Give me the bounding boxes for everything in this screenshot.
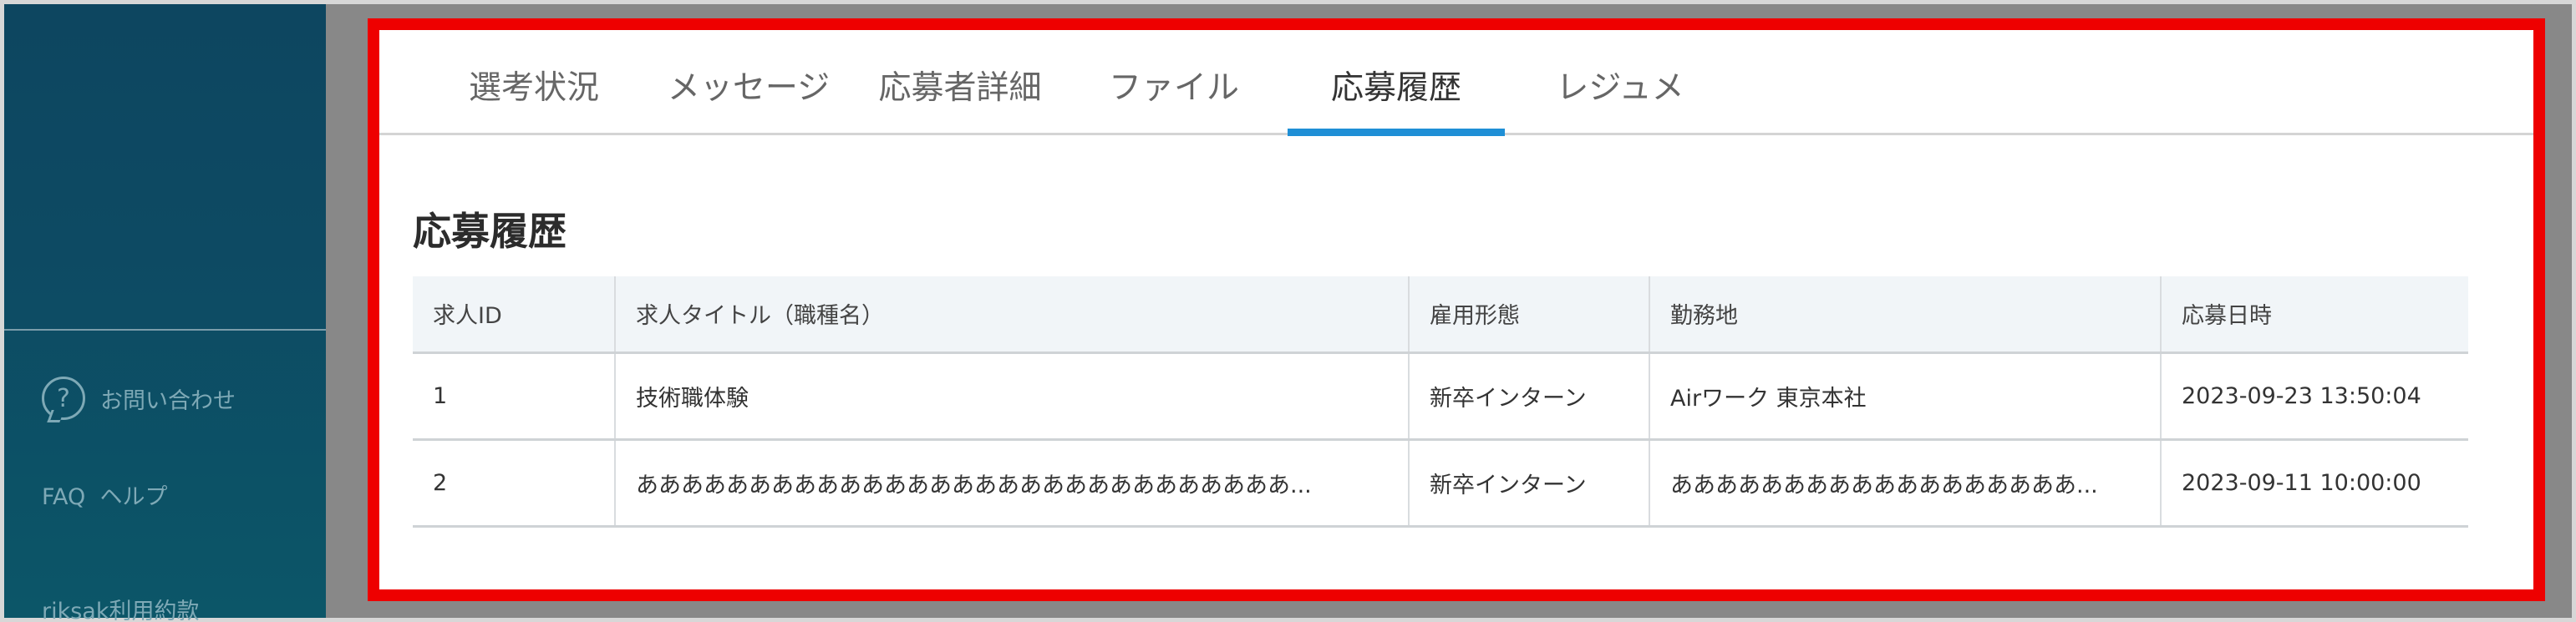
sidebar-terms-link[interactable]: riksak利用約款 [42, 593, 200, 622]
tab-files[interactable]: ファイル [1103, 62, 1245, 135]
tab-resume[interactable]: レジュメ [1549, 62, 1691, 135]
highlight-box: 選考状況 メッセージ 応募者詳細 ファイル 応募履歴 レジュメ 応募履歴 求人I… [368, 18, 2545, 601]
sidebar-help-label: FAQ ヘルプ [42, 484, 168, 510]
tab-bar: 選考状況 メッセージ 応募者詳細 ファイル 応募履歴 レジュメ [379, 30, 2533, 136]
cell-applied-at: 2023-09-11 10:00:00 [2161, 439, 2468, 528]
table-header-row: 求人ID 求人タイトル（職種名） 雇用形態 勤務地 応募日時 [413, 276, 2468, 354]
tab-application-history[interactable]: 応募履歴 [1321, 62, 1471, 135]
header-employment-type: 雇用形態 [1409, 276, 1650, 354]
cell-work-location: ああああああああああああああああああ... [1649, 439, 2162, 528]
header-job-title: 求人タイトル（職種名） [615, 276, 1410, 354]
sidebar-terms-label: riksak利用約款 [42, 599, 200, 622]
cell-job-id: 2 [413, 439, 616, 528]
cell-applied-at: 2023-09-23 13:50:04 [2161, 352, 2468, 441]
header-job-id: 求人ID [413, 276, 616, 354]
cell-job-title: あああああああああああああああああああああああああああああ... [615, 439, 1410, 528]
section-title: 応募履歴 [413, 209, 567, 254]
sidebar-help-link[interactable]: FAQ ヘルプ [42, 478, 167, 511]
sidebar-divider [4, 329, 326, 331]
table-row[interactable]: 2 あああああああああああああああああああああああああああああ... 新卒インタ… [413, 439, 2468, 528]
tab-selection-status[interactable]: 選考状況 [463, 62, 605, 135]
sidebar: ? お問い合わせ FAQ ヘルプ riksak利用約款 [4, 4, 326, 622]
cell-job-title: 技術職体験 [615, 352, 1410, 441]
cell-job-id: 1 [413, 352, 616, 441]
tab-applicant-details[interactable]: 応募者詳細 [872, 62, 1048, 135]
active-tab-indicator [1288, 129, 1505, 136]
question-bubble-icon: ? [42, 377, 85, 420]
cell-work-location: Airワーク 東京本社 [1649, 352, 2162, 441]
header-work-location: 勤務地 [1649, 276, 2162, 354]
tab-messages[interactable]: メッセージ [665, 62, 832, 135]
applicant-panel: 選考状況 メッセージ 応募者詳細 ファイル 応募履歴 レジュメ 応募履歴 求人I… [379, 30, 2533, 589]
sidebar-contact-link[interactable]: ? お問い合わせ [42, 377, 236, 420]
header-applied-at: 応募日時 [2161, 276, 2468, 354]
application-history-table: 求人ID 求人タイトル（職種名） 雇用形態 勤務地 応募日時 1 技術職体験 新… [413, 276, 2468, 528]
cell-employment-type: 新卒インターン [1409, 439, 1650, 528]
sidebar-contact-label: お問い合わせ [100, 387, 236, 414]
table-row[interactable]: 1 技術職体験 新卒インターン Airワーク 東京本社 2023-09-23 1… [413, 352, 2468, 441]
cell-employment-type: 新卒インターン [1409, 352, 1650, 441]
